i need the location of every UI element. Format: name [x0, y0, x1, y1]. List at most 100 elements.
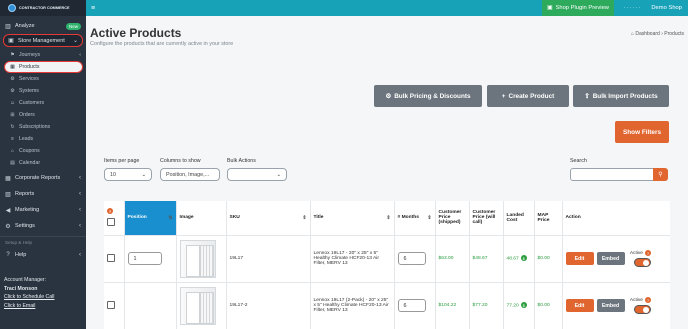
chevron-left-icon: ‹	[79, 207, 81, 213]
info-icon[interactable]: $	[520, 302, 527, 309]
active-label: Active?	[630, 250, 651, 256]
calendar-icon: ▤	[10, 160, 15, 166]
column-header-price-shipped: Customer Price (shipped)	[435, 201, 470, 236]
embed-button[interactable]: Embed	[596, 252, 625, 266]
select-all-checkbox[interactable]	[107, 217, 115, 226]
search-input[interactable]	[570, 168, 654, 181]
active-toggle-group: Active?	[630, 250, 651, 267]
sidebar-item-corporate-reports[interactable]: ▦ Corporate Reports ‹	[0, 170, 86, 186]
gear-icon: ⚙	[5, 223, 11, 230]
plus-icon: +	[501, 92, 506, 100]
column-header-months[interactable]: # Months ⇕	[394, 201, 436, 236]
position-cell	[124, 282, 177, 329]
column-header-landed-cost: Landed Cost	[503, 201, 535, 236]
embed-button[interactable]: Embed	[596, 299, 625, 313]
account-manager-label: Account Manager:	[4, 277, 47, 283]
user-menu[interactable]: ······ Demo Shop	[624, 0, 682, 16]
sidebar-subitem-systems[interactable]: ⚙ Systems	[0, 85, 86, 97]
table-header-row: ? Position ⇅ Image SKU ⇕ Title ⇕ # Months ⇕ …	[104, 201, 670, 236]
row-checkbox[interactable]	[107, 300, 115, 309]
table-row: 19L17-2 Lennox 19L17 (2-Pack) - 20" x 25…	[104, 282, 670, 329]
help-icon: ?	[644, 250, 651, 256]
months-input[interactable]: 6	[397, 252, 426, 265]
create-product-button[interactable]: + Create Product	[487, 85, 569, 107]
store-icon: ▣	[8, 38, 14, 44]
sidebar-item-help[interactable]: ? Help ‹	[0, 247, 86, 263]
column-header-position[interactable]: Position ⇅	[124, 201, 177, 236]
column-header-image: Image	[176, 201, 227, 236]
logo[interactable]: CONTRACTOR COMMERCE	[0, 0, 86, 16]
info-icon[interactable]: $	[520, 255, 527, 262]
sort-icon: ⇕	[386, 215, 391, 221]
page-subtitle: Configure the products that are currentl…	[90, 41, 234, 47]
sidebar-item-analyze[interactable]: ▥ Analyze New	[0, 18, 86, 34]
months-input[interactable]: 6	[397, 299, 426, 312]
title-cell: Lennox 19L17 (2-Pack) - 20" x 25" x 5" H…	[310, 282, 395, 329]
menu-toggle-icon[interactable]: ≡	[91, 5, 95, 12]
active-label: Active?	[630, 297, 651, 303]
bulk-actions-select[interactable]: ⌄	[227, 168, 287, 181]
sidebar-subitem-services[interactable]: ⚙ Services	[0, 73, 86, 85]
tag-icon: ⌂	[10, 148, 15, 154]
column-header-sku[interactable]: SKU ⇕	[226, 201, 311, 236]
sidebar-subitem-label: Leads	[19, 136, 34, 142]
sidebar-subitem-leads[interactable]: ≡ Leads	[0, 133, 86, 145]
product-image	[179, 286, 216, 325]
schedule-call-link[interactable]: Click to Schedule Call	[4, 293, 54, 302]
breadcrumb-separator: ›	[661, 31, 663, 37]
sidebar-subitem-label: Systems	[19, 88, 39, 94]
search-button[interactable]: ⚲	[653, 168, 668, 181]
sidebar-item-label: Reports	[15, 191, 35, 197]
chevron-left-icon: ‹	[79, 52, 81, 58]
bulk-import-button[interactable]: ⇪ Bulk Import Products	[573, 85, 669, 107]
position-input[interactable]: 1	[127, 252, 162, 265]
sidebar-item-label: Settings	[15, 223, 35, 229]
active-toggle[interactable]	[633, 305, 651, 314]
sidebar-subitem-journeys[interactable]: ⚑ Journeys ‹	[0, 49, 86, 61]
price-shipped-cell: $104.22	[435, 282, 470, 329]
landed-cost-cell: 48.67 $	[503, 235, 535, 283]
sidebar-subitem-orders[interactable]: ⊞ Orders	[0, 109, 86, 121]
sidebar-subitem-label: Customers	[19, 100, 45, 106]
edit-button[interactable]: Edit	[565, 299, 594, 313]
sidebar-item-marketing[interactable]: ◀ Marketing ‹	[0, 202, 86, 218]
sidebar-item-settings[interactable]: ⚙ Settings ‹	[0, 218, 86, 234]
page-title: Active Products	[90, 26, 182, 40]
show-filters-button[interactable]: Show Filters	[615, 121, 669, 143]
breadcrumb-home[interactable]: Dashboard	[635, 31, 659, 37]
edit-button[interactable]: Edit	[565, 252, 594, 266]
chevron-left-icon: ‹	[79, 252, 81, 258]
column-header-title[interactable]: Title ⇕	[310, 201, 395, 236]
sort-icon: ⇕	[427, 215, 432, 221]
chevron-left-icon: ‹	[79, 223, 81, 229]
sidebar-item-label: Corporate Reports	[15, 175, 61, 181]
breadcrumb: ⌂ Dashboard › Products	[631, 31, 684, 37]
row-checkbox[interactable]	[107, 253, 115, 262]
sidebar-item-store-management[interactable]: ▣ Store Management ⌄	[3, 34, 83, 47]
building-icon: ▦	[5, 175, 11, 182]
sidebar-subitem-subscriptions[interactable]: ↻ Subscriptions	[0, 121, 86, 133]
sidebar-item-reports[interactable]: ▧ Reports ‹	[0, 186, 86, 202]
products-icon: ▦	[10, 64, 15, 70]
bulk-pricing-button[interactable]: ⚙ Bulk Pricing & Discounts	[374, 85, 482, 107]
sidebar-subitem-calendar[interactable]: ▤ Calendar	[0, 157, 86, 169]
logo-text: CONTRACTOR COMMERCE	[19, 6, 70, 10]
active-toggle[interactable]	[633, 258, 651, 267]
active-label-text: Active	[629, 250, 643, 256]
action-cell: Edit Embed Active?	[562, 235, 670, 283]
columns-label: Columns to show	[160, 158, 201, 164]
columns-select[interactable]: Position, Image,...	[160, 168, 220, 181]
sidebar-subitem-products[interactable]: ▦ Products	[4, 61, 83, 73]
main-content: Active Products Configure the products t…	[86, 16, 688, 329]
items-per-page-select[interactable]: 10 ⌄	[104, 168, 152, 181]
sidebar-subitem-customers[interactable]: ☺ Customers	[0, 97, 86, 109]
sidebar-subitem-label: Coupons	[19, 148, 40, 154]
shop-plugin-preview-button[interactable]: ▣ Shop Plugin Preview	[542, 0, 614, 16]
journeys-icon: ⚑	[10, 52, 15, 58]
sidebar-subitem-label: Journeys	[19, 52, 41, 58]
chevron-left-icon: ‹	[79, 191, 81, 197]
email-link[interactable]: Click to Email	[4, 302, 54, 311]
column-header-price-will-call: Customer Price (will call)	[469, 201, 504, 236]
account-manager: Account Manager: Traci Monson Click to S…	[4, 276, 54, 310]
sidebar-subitem-coupons[interactable]: ⌂ Coupons	[0, 145, 86, 157]
